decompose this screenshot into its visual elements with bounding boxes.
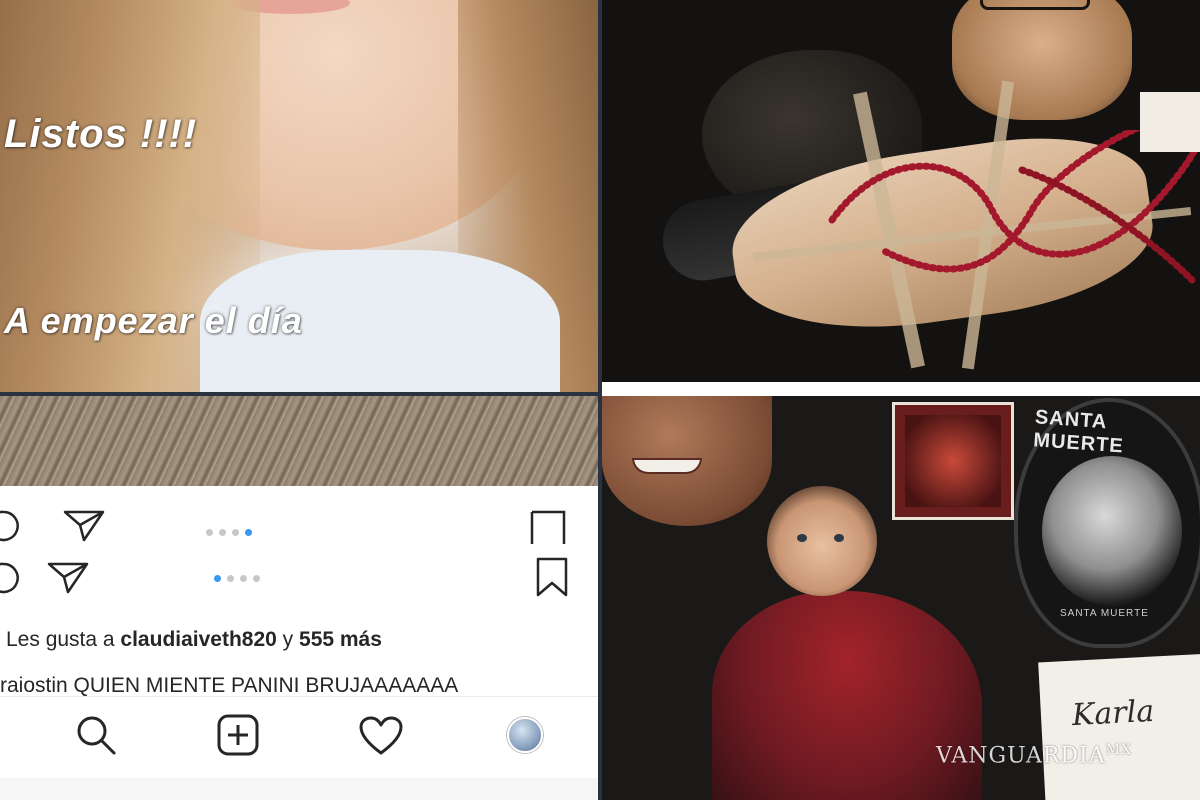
story-text-line-1: Listos !!!! xyxy=(4,112,198,156)
vanguardia-watermark: VANGUARDIAMX xyxy=(936,742,1132,768)
poster-art xyxy=(905,415,1001,507)
bookmark-icon[interactable] xyxy=(528,508,568,544)
story-selfie-panel: Listos !!!! A empezar el día xyxy=(0,0,598,392)
doll-eye xyxy=(834,534,844,542)
photo-face-image xyxy=(952,0,1132,120)
bottom-navigation-bar xyxy=(0,696,598,776)
add-post-icon[interactable] xyxy=(216,713,260,757)
caption-text: QUIEN MIENTE PANINI BRUJAAAAAAA xyxy=(67,674,459,697)
likes-conjunction: y xyxy=(276,628,300,651)
carousel-dot xyxy=(219,529,226,536)
glasses-image xyxy=(980,0,1090,10)
likes-summary: Les gusta a claudiaiveth820 y 555 más xyxy=(6,628,382,652)
poster-image xyxy=(892,402,1014,520)
name-card-text: Karla xyxy=(1071,693,1155,734)
carousel-dots-bottom xyxy=(214,575,260,582)
profile-avatar[interactable] xyxy=(507,717,543,753)
caption-username[interactable]: raiostin xyxy=(0,674,68,697)
liked-by-user-link[interactable]: claudiaiveth820 xyxy=(120,628,276,651)
heart-icon[interactable] xyxy=(358,715,404,757)
story-text-line-2: A empezar el día xyxy=(4,300,303,341)
carousel-dot-active xyxy=(245,529,252,536)
collage-divider-horizontal-right xyxy=(602,382,1200,396)
watermark-brand: VANGUARDIA xyxy=(936,743,1106,769)
carousel-dot xyxy=(206,529,213,536)
carousel-dot xyxy=(227,575,234,582)
search-icon[interactable] xyxy=(74,713,118,757)
red-blanket-image xyxy=(712,591,982,800)
post-image-ground xyxy=(0,396,598,486)
carousel-dot xyxy=(240,575,247,582)
altar-doll-photo xyxy=(602,0,1200,382)
share-icon[interactable] xyxy=(46,560,90,596)
collage-divider-horizontal xyxy=(0,392,598,396)
instagram-post-panel: Les gusta a claudiaiveth820 y 555 más ra… xyxy=(0,396,598,800)
carousel-dots-top xyxy=(206,529,252,536)
red-bead-necklace xyxy=(828,130,1200,284)
carousel-dot xyxy=(232,529,239,536)
comment-icon[interactable] xyxy=(0,558,24,598)
carousel-dot-active xyxy=(214,575,221,582)
altar-santa-muerte-photo: SANTA MUERTE SANTA MUERTE Karla xyxy=(602,396,1200,800)
paper-note xyxy=(1140,92,1200,152)
post-caption: raiostin QUIEN MIENTE PANINI BRUJAAAAAAA xyxy=(0,674,458,698)
share-icon[interactable] xyxy=(62,508,106,544)
watermark-suffix: MX xyxy=(1105,742,1132,758)
collage-divider-vertical xyxy=(598,0,602,800)
likes-count-link[interactable]: 555 más xyxy=(299,628,382,651)
doll-eye xyxy=(797,534,807,542)
patch-subtitle: SANTA MUERTE xyxy=(1060,608,1149,619)
comment-icon[interactable] xyxy=(0,506,24,546)
bookmark-icon[interactable] xyxy=(534,556,570,598)
doll-head-image xyxy=(767,486,877,596)
home-indicator-strip xyxy=(0,778,598,800)
smile-image xyxy=(632,458,702,474)
reaper-figure-image xyxy=(1042,456,1182,606)
carousel-dot xyxy=(253,575,260,582)
likes-prefix: Les gusta a xyxy=(6,628,121,651)
